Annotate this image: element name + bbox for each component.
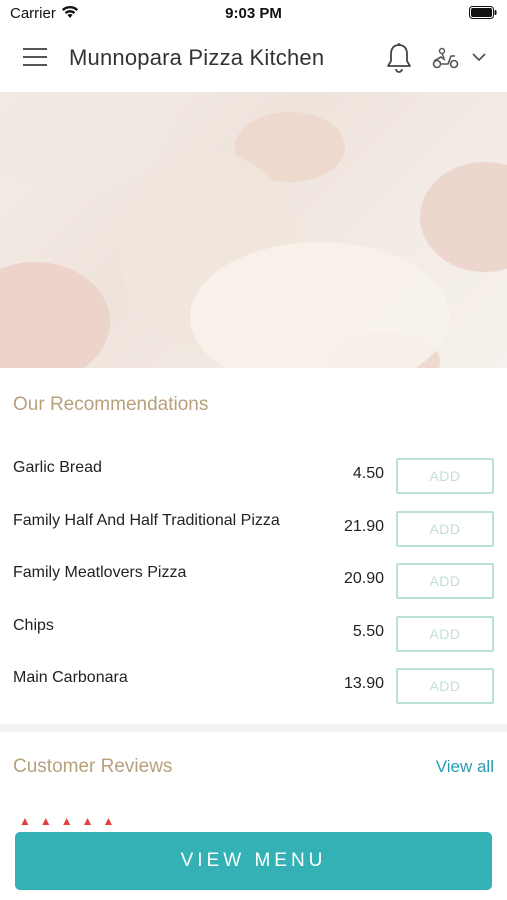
add-button[interactable]: ADD: [396, 458, 494, 494]
list-item: Family Meatlovers Pizza 20.90 ADD: [0, 563, 507, 616]
item-price: 4.50: [352, 465, 384, 482]
list-item: Main Carbonara 13.90 ADD: [0, 668, 507, 721]
section-divider: [0, 724, 507, 732]
item-name: Family Half And Half Traditional Pizza: [13, 512, 280, 529]
reviews-title: Customer Reviews: [13, 756, 173, 777]
add-button[interactable]: ADD: [396, 616, 494, 652]
item-name: Main Carbonara: [13, 669, 128, 686]
scooter-icon[interactable]: [431, 47, 461, 69]
view-all-reviews-link[interactable]: View all: [436, 757, 494, 777]
item-name: Garlic Bread: [13, 459, 102, 476]
item-name: Family Meatlovers Pizza: [13, 564, 187, 581]
item-price: 20.90: [343, 570, 384, 587]
add-button[interactable]: ADD: [396, 563, 494, 599]
list-item: Chips 5.50 ADD: [0, 616, 507, 669]
status-bar: Carrier 9:03 PM: [0, 0, 507, 28]
item-name: Chips: [13, 617, 54, 634]
add-button[interactable]: ADD: [396, 511, 494, 547]
hamburger-menu-icon[interactable]: [23, 48, 47, 70]
bell-icon[interactable]: [385, 42, 413, 74]
item-price: 13.90: [343, 675, 384, 692]
add-button[interactable]: ADD: [396, 668, 494, 704]
view-menu-button[interactable]: VIEW MENU: [15, 832, 492, 890]
app-header: Munnopara Pizza Kitchen: [0, 28, 507, 92]
chevron-down-icon[interactable]: [472, 53, 486, 62]
clock: 9:03 PM: [225, 5, 282, 22]
list-item: Garlic Bread 4.50 ADD: [0, 458, 507, 511]
restaurant-title: Munnopara Pizza Kitchen: [69, 45, 325, 70]
item-price: 5.50: [352, 623, 384, 640]
battery-icon: [469, 6, 497, 19]
recommendations-title: Our Recommendations: [13, 394, 209, 415]
item-price: 21.90: [343, 518, 384, 535]
star-rating: ▲▲▲▲▲: [19, 814, 124, 828]
list-item: Family Half And Half Traditional Pizza 2…: [0, 511, 507, 564]
hero-banner-image: [0, 92, 507, 368]
